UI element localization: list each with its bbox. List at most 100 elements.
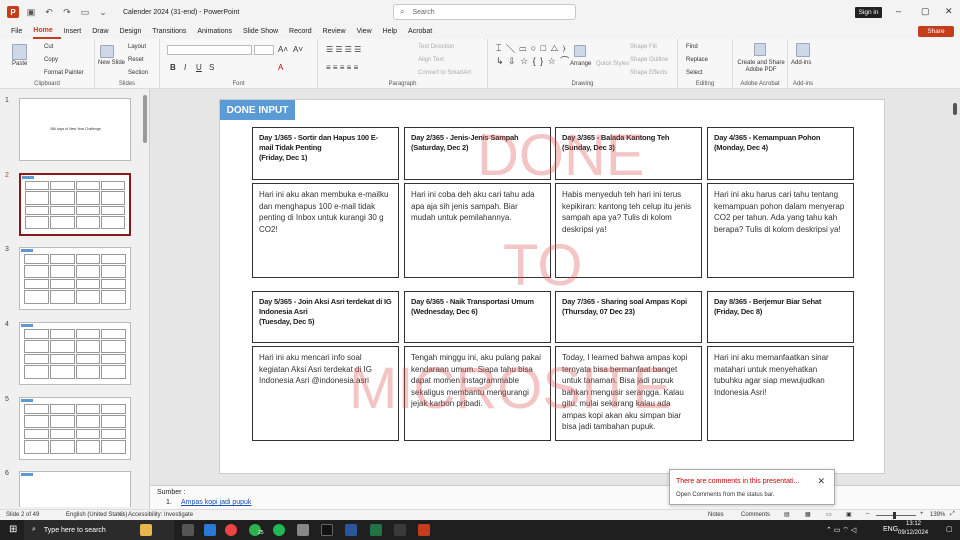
paste-icon[interactable]: [12, 44, 27, 60]
day-6-header[interactable]: Day 6/365 - Naik Transportasi Umum (Wedn…: [404, 291, 551, 343]
present-icon[interactable]: ▭: [79, 6, 91, 18]
create-share-pdf-button[interactable]: Create and Share Adobe PDF: [736, 60, 786, 74]
day-5-header[interactable]: Day 5/365 - Join Aksi Asri terdekat di I…: [252, 291, 399, 343]
accessibility-status[interactable]: Accessibility: Investigate: [128, 512, 193, 518]
tab-design[interactable]: Design: [120, 24, 150, 39]
clock-date[interactable]: 09/12/2024: [898, 530, 928, 536]
shape-fill-button[interactable]: Shape Fill: [630, 44, 657, 50]
tab-slide-show[interactable]: Slide Show: [243, 24, 286, 39]
system-tray-icons[interactable]: ⌃ ▭ ⌔ ◁: [826, 526, 856, 535]
layout-button[interactable]: Layout: [128, 44, 146, 50]
windows-start-icon[interactable]: ⊞: [9, 524, 17, 535]
reset-button[interactable]: Reset: [128, 57, 144, 63]
new-slide-button[interactable]: New Slide: [98, 60, 125, 66]
slide-thumbnail-4[interactable]: [19, 322, 131, 385]
zoom-out-icon[interactable]: –: [866, 511, 869, 517]
notes-link[interactable]: Ampas kopi jadi pupuk: [181, 499, 251, 506]
reading-view-icon[interactable]: ▭: [826, 511, 832, 518]
chrome-icon[interactable]: [225, 524, 237, 536]
shape-effects-button[interactable]: Shape Effects: [630, 70, 667, 76]
day-8-header[interactable]: Day 8/365 - Berjemur Biar Sehat (Friday,…: [707, 291, 854, 343]
undo-icon[interactable]: ↶: [43, 6, 55, 18]
tab-animations[interactable]: Animations: [197, 24, 240, 39]
zoom-slider[interactable]: [876, 515, 916, 516]
addins-icon[interactable]: [796, 43, 810, 57]
font-size-select[interactable]: [254, 45, 274, 55]
excel-icon[interactable]: [370, 524, 382, 536]
slide-thumbnail-2[interactable]: [19, 173, 131, 236]
day-5-body[interactable]: Hari ini aku mencari info soal kegiatan …: [252, 346, 399, 441]
search-input[interactable]: ⌕ Search: [393, 4, 576, 20]
slide-thumbnail-1[interactable]: 366 days of New Year Challenge: [19, 98, 131, 161]
shape-outline-button[interactable]: Shape Outline: [630, 57, 668, 63]
customize-qat-icon[interactable]: ⌄: [97, 6, 109, 18]
text-direction-button[interactable]: Text Direction: [418, 44, 454, 50]
day-1-body[interactable]: Hari ini aku akan membuka e-mailku dan m…: [252, 183, 399, 278]
notification-icon[interactable]: ▢: [946, 525, 953, 533]
tab-view[interactable]: View: [357, 24, 380, 39]
replace-button[interactable]: Replace: [686, 57, 708, 63]
task-view-icon[interactable]: [182, 524, 194, 536]
tab-acrobat[interactable]: Acrobat: [408, 24, 440, 39]
close-icon[interactable]: ✕: [945, 6, 953, 17]
redo-icon[interactable]: ↷: [61, 6, 73, 18]
cut-button[interactable]: Cut: [44, 44, 53, 50]
day-3-header[interactable]: Day 3/365 - Balada Kantong Teh (Sunday, …: [555, 127, 702, 180]
italic-icon[interactable]: I: [184, 63, 186, 72]
format-painter-button[interactable]: Format Painter: [44, 70, 84, 76]
tab-transitions[interactable]: Transitions: [152, 24, 194, 39]
tab-help[interactable]: Help: [383, 24, 405, 39]
close-icon[interactable]: ✕: [817, 476, 825, 487]
adobe-pdf-icon[interactable]: [754, 43, 766, 56]
day-2-header[interactable]: Day 2/365 - Jenis-Jenis Sampah (Saturday…: [404, 127, 551, 180]
editor-scrollbar[interactable]: [953, 103, 957, 115]
minimize-icon[interactable]: –: [896, 6, 901, 16]
section-button[interactable]: Section: [128, 70, 148, 76]
slide-canvas[interactable]: DONE INPUT Day 1/365 - Sortir dan Hapus …: [219, 99, 885, 474]
input-language[interactable]: ENG: [883, 526, 898, 533]
tab-insert[interactable]: Insert: [64, 24, 90, 39]
edge-icon[interactable]: [204, 524, 216, 536]
notes-pane[interactable]: Sumber : 1. Ampas kopi jadi pupuk: [150, 485, 960, 509]
font-color-icon[interactable]: A: [278, 63, 283, 72]
spotify-icon[interactable]: [273, 524, 285, 536]
day-1-header[interactable]: Day 1/365 - Sortir dan Hapus 100 E-mail …: [252, 127, 399, 180]
day-2-body[interactable]: Hari ini coba deh aku cari tahu ada apa …: [404, 183, 551, 278]
notes-button[interactable]: Notes: [708, 512, 724, 518]
find-button[interactable]: Find: [686, 44, 698, 50]
comments-notification[interactable]: There are comments in this presentati...…: [669, 469, 835, 505]
day-8-body[interactable]: Hari ini aku memanfaatkan sinar matahari…: [707, 346, 854, 441]
slide-thumbnail-panel[interactable]: 1 366 days of New Year Challenge 2 3 4 5…: [0, 89, 150, 509]
tiktok-icon[interactable]: [321, 524, 333, 536]
copy-button[interactable]: Copy: [44, 57, 58, 63]
tab-home[interactable]: Home: [33, 24, 61, 39]
save-icon[interactable]: ▣: [25, 6, 37, 18]
fit-slide-icon[interactable]: ⤢: [950, 511, 955, 518]
grow-font-icon[interactable]: A˄: [278, 45, 288, 54]
bold-icon[interactable]: B: [170, 63, 176, 72]
align-text-button[interactable]: Align Text: [418, 57, 444, 63]
sign-in-button[interactable]: Sign in: [855, 7, 882, 18]
shapes-gallery-row2[interactable]: ↳ ⇩ ☆ { } ☆ ⌒: [496, 54, 570, 67]
powerpoint-taskbar-icon[interactable]: [418, 524, 430, 536]
slide-thumbnail-6[interactable]: [19, 471, 131, 507]
bullets-icon[interactable]: ☰ ☰ ☰ ☰: [326, 45, 361, 54]
normal-view-icon[interactable]: ▤: [784, 511, 790, 518]
slide-thumbnail-3[interactable]: [19, 247, 131, 310]
font-name-select[interactable]: [167, 45, 252, 55]
tab-record[interactable]: Record: [289, 24, 320, 39]
day-7-body[interactable]: Today, I learned bahwa ampas kopi ternya…: [555, 346, 702, 441]
comments-button[interactable]: Comments: [741, 512, 770, 518]
addins-button[interactable]: Add-ins: [791, 60, 811, 66]
day-4-header[interactable]: Day 4/365 - Kemampuan Pohon (Monday, Dec…: [707, 127, 854, 180]
file-explorer-icon[interactable]: [297, 524, 309, 536]
clock-time[interactable]: 13:12: [906, 521, 921, 527]
select-button[interactable]: Select: [686, 70, 703, 76]
shrink-font-icon[interactable]: A˅: [293, 45, 303, 54]
arrange-button[interactable]: Arrange: [570, 61, 591, 67]
zoom-slider-thumb[interactable]: [893, 512, 896, 519]
tab-file[interactable]: File: [11, 24, 30, 39]
zoom-level[interactable]: 139%: [930, 512, 945, 518]
tab-draw[interactable]: Draw: [92, 24, 116, 39]
underline-icon[interactable]: U: [196, 63, 202, 72]
